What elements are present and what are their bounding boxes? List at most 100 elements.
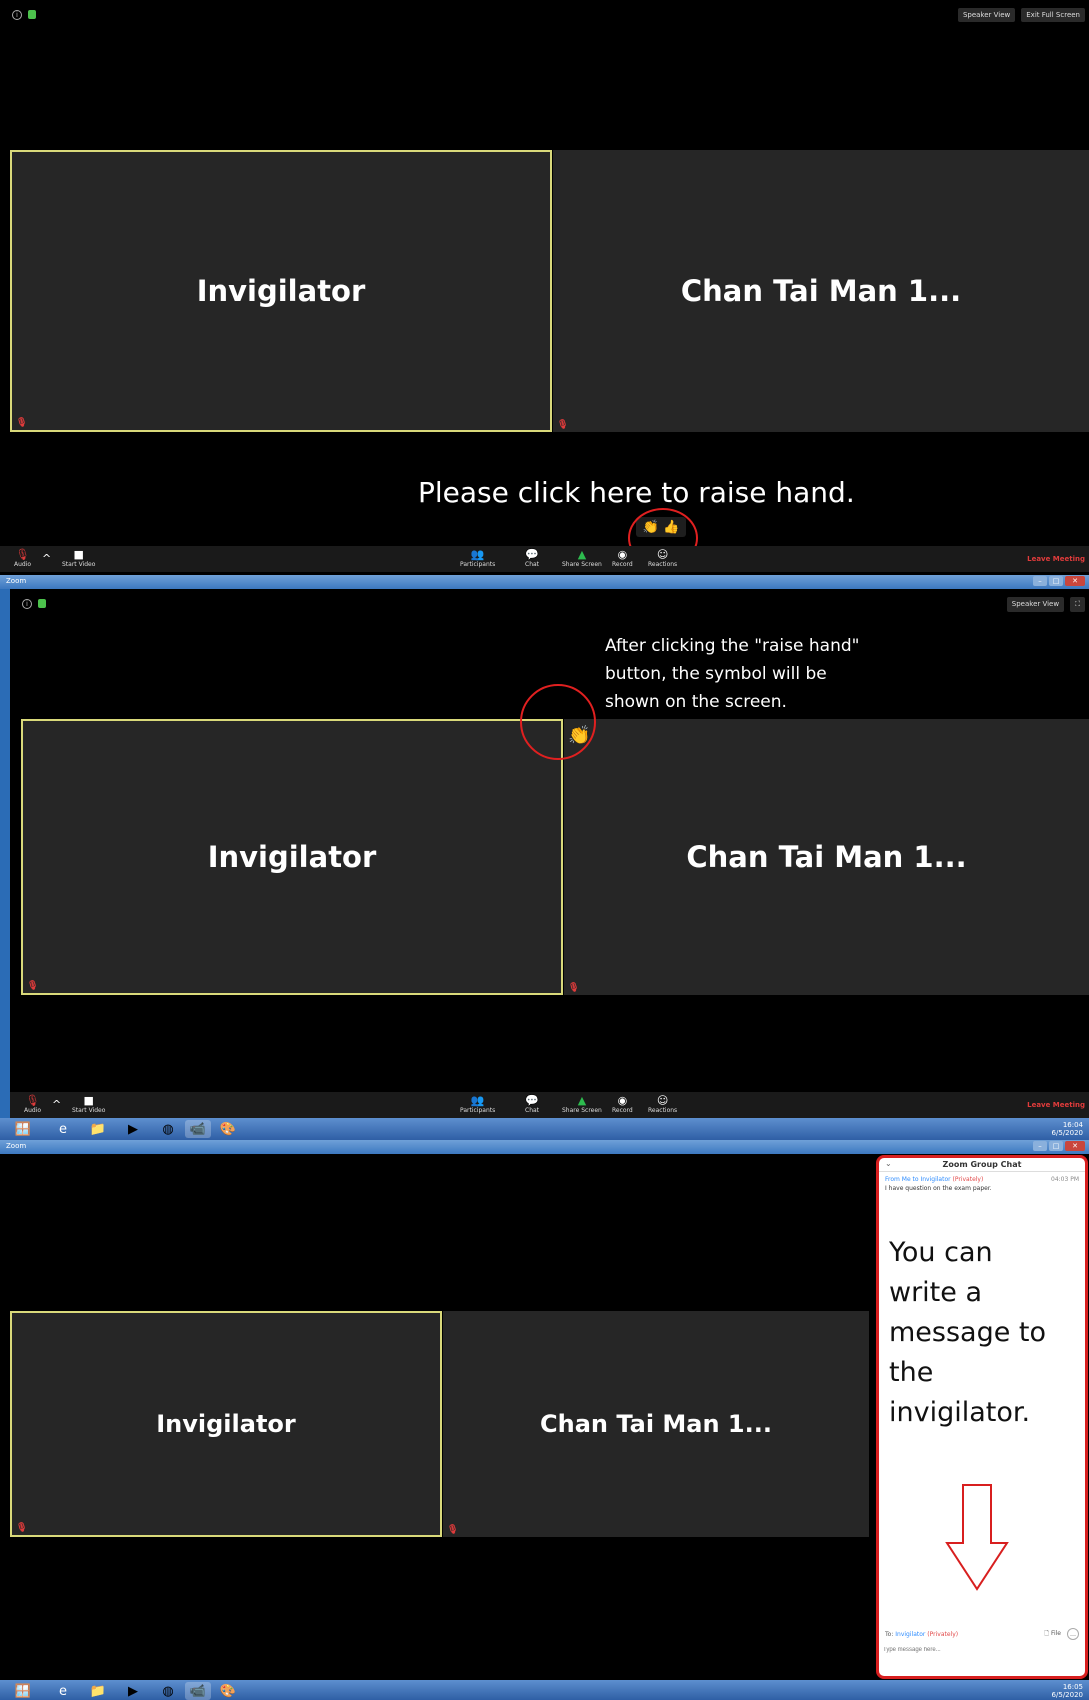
window-title: Zoom xyxy=(6,1142,27,1150)
window-title-bar: Zoom – □ ✕ xyxy=(0,1140,1089,1154)
full-screen-button[interactable]: ⛶ xyxy=(1070,597,1085,612)
system-tray: 16:05 6/5/2020 xyxy=(1052,1683,1083,1699)
video-tile-student[interactable]: Chan Tai Man 1... 🎙 xyxy=(443,1311,869,1537)
minimize-icon[interactable]: – xyxy=(1033,1141,1047,1151)
audio-options-caret[interactable]: ^ xyxy=(52,1098,61,1111)
raise-hand-instruction: Please click here to raise hand. xyxy=(418,476,855,509)
recipient-private-badge: (Privately) xyxy=(927,1630,959,1638)
start-button-icon[interactable]: 🪟 xyxy=(10,1682,36,1700)
chat-message-input[interactable] xyxy=(883,1644,1081,1656)
reactions-button[interactable]: ☺ Reactions xyxy=(648,1094,677,1114)
tile-name: Chan Tai Man 1... xyxy=(680,274,962,308)
start-video-button[interactable]: ■ Start Video xyxy=(62,548,95,568)
zoom-taskbar-icon[interactable]: 📹 xyxy=(185,1120,211,1138)
video-off-icon: ■ xyxy=(83,1094,94,1107)
recipient-dropdown[interactable]: Invigilator xyxy=(895,1631,925,1638)
meeting-toolbar: 🎙 Audio ^ ■ Start Video 👥 Participants 💬 Cha… xyxy=(10,1092,1089,1118)
audio-button[interactable]: 🎙 Audio xyxy=(24,1094,41,1114)
participants-button[interactable]: 👥 Participants xyxy=(460,1094,495,1114)
maximize-icon[interactable]: □ xyxy=(1049,1141,1063,1151)
chat-icon: 💬 xyxy=(525,1094,539,1107)
reactions-icon: ☺ xyxy=(656,548,669,561)
more-options-icon[interactable]: … xyxy=(1067,1628,1079,1640)
paint-icon[interactable]: 🎨 xyxy=(215,1120,241,1138)
file-explorer-icon[interactable]: 📁 xyxy=(85,1120,111,1138)
lock-icon[interactable] xyxy=(38,599,46,608)
tile-name: Chan Tai Man 1... xyxy=(686,840,967,874)
video-tile-student[interactable]: Chan Tai Man 1... 🎙 xyxy=(553,150,1089,432)
video-tile-invigilator[interactable]: Invigilator 🎙 xyxy=(21,719,563,995)
reactions-button[interactable]: ☺ Reactions xyxy=(648,548,677,568)
explanation-line-3: shown on the screen. xyxy=(605,692,787,712)
raise-hand-explanation: After clicking the "raise hand" button, … xyxy=(605,632,859,716)
chat-title: Zoom Group Chat xyxy=(942,1160,1022,1169)
explanation-line-2: button, the symbol will be xyxy=(605,664,827,684)
participants-button[interactable]: 👥 Participants xyxy=(460,548,495,568)
message-private-badge: (Privately) xyxy=(952,1176,984,1183)
chrome-icon[interactable]: ◍ xyxy=(155,1682,181,1700)
share-screen-icon: ▲ xyxy=(577,1094,587,1107)
explanation-line-1: After clicking the "raise hand" xyxy=(605,636,860,656)
chat-button[interactable]: 💬 Chat xyxy=(525,548,539,568)
audio-options-caret[interactable]: ^ xyxy=(42,552,51,565)
info-icon[interactable]: i xyxy=(12,10,22,20)
chat-header: ⌄ Zoom Group Chat xyxy=(879,1158,1085,1172)
audio-button[interactable]: 🎙 Audio xyxy=(14,548,31,568)
record-icon: ◉ xyxy=(617,1094,628,1107)
paint-icon[interactable]: 🎨 xyxy=(215,1682,241,1700)
share-screen-icon: ▲ xyxy=(577,548,587,561)
leave-meeting-button[interactable]: Leave Meeting xyxy=(1027,555,1085,563)
tile-name: Chan Tai Man 1... xyxy=(540,1410,772,1438)
share-screen-button[interactable]: ▲ Share Screen xyxy=(562,548,602,568)
internet-explorer-icon[interactable]: e xyxy=(50,1682,76,1700)
zoom-taskbar-icon[interactable]: 📹 xyxy=(185,1682,211,1700)
speaker-view-button[interactable]: Speaker View xyxy=(1006,597,1065,612)
message-text: I have question on the exam paper. xyxy=(885,1185,992,1192)
info-icon[interactable]: i xyxy=(22,599,32,609)
internet-explorer-icon[interactable]: e xyxy=(50,1120,76,1138)
file-button[interactable]: 🗋 File xyxy=(1044,1629,1061,1639)
muted-mic-icon: 🎙 xyxy=(568,983,580,993)
video-tile-invigilator[interactable]: Invigilator 🎙 xyxy=(10,1311,442,1537)
media-player-icon[interactable]: ▶ xyxy=(120,1682,146,1700)
chat-button[interactable]: 💬 Chat xyxy=(525,1094,539,1114)
chat-panel: ⌄ Zoom Group Chat From Me to Invigilator… xyxy=(876,1155,1088,1679)
zoom-window-panel: Zoom – □ ✕ i Speaker View ⛶ After clicki… xyxy=(0,575,1089,1140)
window-controls: – □ ✕ xyxy=(1033,576,1085,586)
chat-instruction: You can write a message to the invigilat… xyxy=(889,1233,1046,1433)
speaker-view-button[interactable]: Speaker View xyxy=(957,8,1016,22)
lock-icon[interactable] xyxy=(28,10,36,19)
minimize-icon[interactable]: – xyxy=(1033,576,1047,586)
start-video-button[interactable]: ■ Start Video xyxy=(72,1094,105,1114)
zoom-fullscreen-panel: i Speaker View Exit Full Screen Invigila… xyxy=(0,0,1089,575)
record-button[interactable]: ◉ Record xyxy=(612,548,633,568)
chat-recipient-row: To: Invigilator (Privately) 🗋 File … xyxy=(885,1626,1079,1642)
muted-mic-icon: 🎙 xyxy=(27,981,39,991)
video-tile-student[interactable]: Chan Tai Man 1... 🎙 👏 xyxy=(564,719,1089,995)
window-title: Zoom xyxy=(6,577,27,585)
clock-date: 6/5/2020 xyxy=(1051,1129,1083,1137)
close-icon[interactable]: ✕ xyxy=(1065,576,1085,586)
chrome-icon[interactable]: ◍ xyxy=(155,1120,181,1138)
message-sender: From Me to Invigilator xyxy=(885,1176,951,1183)
instruction-line-2: write a xyxy=(889,1277,983,1308)
record-button[interactable]: ◉ Record xyxy=(612,1094,633,1114)
share-screen-button[interactable]: ▲ Share Screen xyxy=(562,1094,602,1114)
window-controls: – □ ✕ xyxy=(1033,1141,1085,1151)
system-tray: 16:04 6/5/2020 xyxy=(1052,1121,1083,1137)
video-tile-invigilator[interactable]: Invigilator 🎙 xyxy=(10,150,552,432)
muted-mic-icon: 🎙 xyxy=(447,1525,459,1535)
media-player-icon[interactable]: ▶ xyxy=(120,1120,146,1138)
tile-name: Invigilator xyxy=(196,274,366,308)
file-explorer-icon[interactable]: 📁 xyxy=(85,1682,111,1700)
exit-full-screen-button[interactable]: Exit Full Screen xyxy=(1021,8,1085,22)
maximize-icon[interactable]: □ xyxy=(1049,576,1063,586)
start-button-icon[interactable]: 🪟 xyxy=(10,1120,36,1138)
to-label: To: xyxy=(885,1630,894,1638)
clock-time: 16:05 xyxy=(1062,1683,1083,1691)
leave-meeting-button[interactable]: Leave Meeting xyxy=(1027,1101,1085,1109)
meeting-info-icons: i xyxy=(12,10,36,20)
close-icon[interactable]: ✕ xyxy=(1065,1141,1085,1151)
muted-mic-icon: 🎙 xyxy=(16,1523,28,1533)
microphone-icon: 🎙 xyxy=(15,548,30,561)
